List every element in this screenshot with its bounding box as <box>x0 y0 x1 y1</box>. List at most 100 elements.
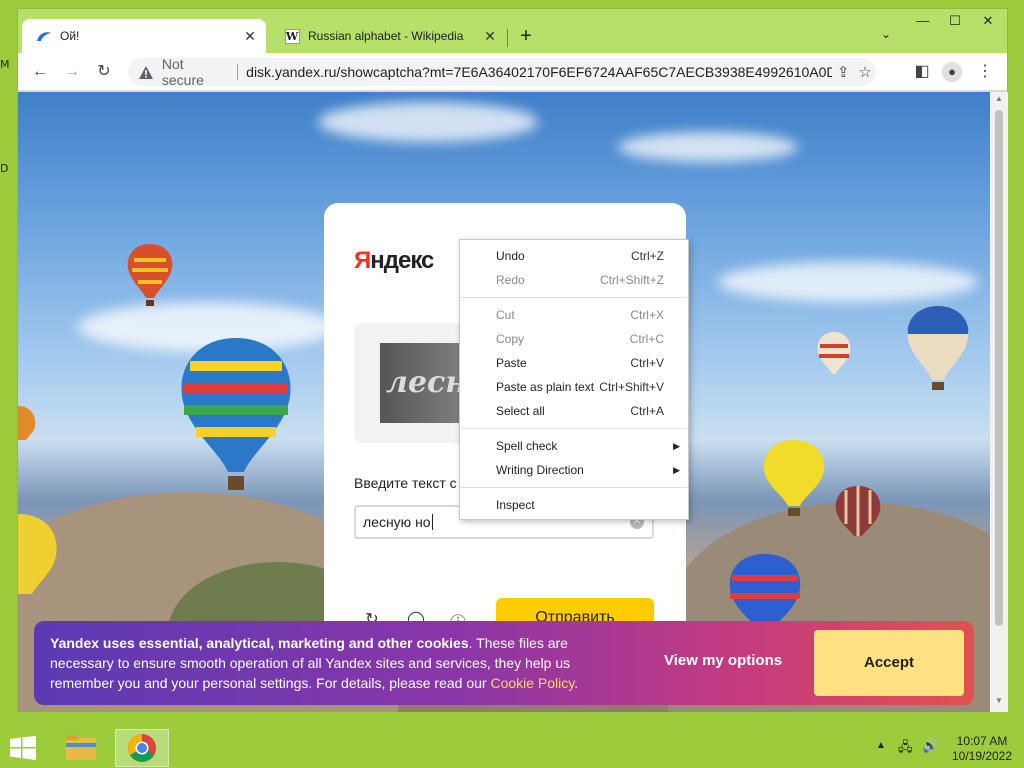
clock-date: 10/19/2022 <box>951 749 1013 763</box>
warning-triangle-icon[interactable] <box>138 64 154 80</box>
text-cursor <box>431 514 433 530</box>
menu-item-copy[interactable]: Copy Ctrl+C <box>460 327 688 351</box>
tab-yandex[interactable]: Ой! ✕ <box>22 19 266 53</box>
wikipedia-favicon-icon: W <box>284 28 300 44</box>
view-options-button[interactable]: View my options <box>664 652 782 669</box>
menu-item-label: Paste as plain text <box>496 380 595 394</box>
captcha-prompt: Введите текст с <box>354 475 457 491</box>
menu-item-undo[interactable]: Undo Ctrl+Z <box>460 244 688 268</box>
url-text[interactable]: disk.yandex.ru/showcaptcha?mt=7E6A364021… <box>246 64 832 80</box>
tab-wikipedia[interactable]: W Russian alphabet - Wikipedia ✕ <box>270 19 506 53</box>
logo-letter: Я <box>354 247 371 274</box>
vertical-scrollbar[interactable]: ▲ ▼ <box>990 92 1008 712</box>
close-tab-icon[interactable]: ✕ <box>482 28 498 44</box>
hot-air-balloon <box>18 514 57 594</box>
cookie-text-bold: Yandex uses essential, analytical, marke… <box>50 635 469 651</box>
hot-air-balloon <box>763 440 825 516</box>
scrollbar-thumb[interactable] <box>995 110 1003 626</box>
hot-air-balloon <box>127 244 173 306</box>
menu-item-shortcut: Ctrl+X <box>630 308 664 322</box>
network-icon[interactable]: 🖧 <box>898 738 913 760</box>
profile-avatar-icon[interactable]: ● <box>940 60 964 84</box>
cloud <box>618 132 798 162</box>
omnibox-divider <box>237 64 239 80</box>
new-tab-plus-icon[interactable]: + <box>515 25 537 47</box>
menu-item-select-all[interactable]: Select all Ctrl+A <box>460 399 688 423</box>
cloud <box>718 262 978 302</box>
cookie-text: Yandex uses essential, analytical, marke… <box>50 633 630 693</box>
cookie-banner: Yandex uses essential, analytical, marke… <box>34 621 974 705</box>
submenu-arrow-icon: ▶ <box>673 441 680 451</box>
menu-item-shortcut: Ctrl+Z <box>631 249 664 263</box>
address-bar[interactable]: Not secure disk.yandex.ru/showcaptcha?mt… <box>128 56 876 88</box>
reload-icon[interactable]: ↻ <box>92 60 116 84</box>
hot-air-balloon <box>817 332 851 374</box>
folder-icon <box>66 735 96 760</box>
menu-item-shortcut: Ctrl+V <box>630 356 664 370</box>
menu-item-label: Cut <box>496 308 515 322</box>
menu-item-shortcut: Ctrl+Shift+V <box>599 380 664 394</box>
menu-item-spell-check[interactable]: Spell check ▶ <box>460 434 688 458</box>
yandex-disk-favicon-icon <box>36 28 52 44</box>
volume-icon[interactable]: 🔊 <box>922 738 938 754</box>
menu-item-label: Copy <box>496 332 525 346</box>
file-explorer-taskbar-button[interactable] <box>54 729 108 767</box>
menu-item-shortcut: Ctrl+C <box>629 332 664 346</box>
minimize-icon[interactable]: — <box>908 9 938 33</box>
bookmark-star-icon[interactable]: ☆ <box>854 63 876 81</box>
windows-start-icon[interactable] <box>10 736 36 760</box>
menu-item-label: Inspect <box>496 498 535 512</box>
tab-separator <box>507 29 508 47</box>
clock-time: 10:07 AM <box>956 734 1008 748</box>
tray-chevron-icon[interactable]: ▲ <box>876 740 886 751</box>
hot-air-balloon <box>181 338 291 490</box>
desktop-glyph: M <box>0 58 10 71</box>
taskbar-clock[interactable]: 10:07 AM 10/19/2022 <box>950 734 1014 764</box>
yandex-logo: Яндекс <box>354 247 434 275</box>
cloud <box>318 102 538 142</box>
security-label[interactable]: Not secure <box>162 56 229 88</box>
menu-item-label: Redo <box>496 273 525 287</box>
cookie-text-end: . <box>574 675 579 691</box>
menu-item-label: Spell check <box>496 439 558 453</box>
menu-item-cut[interactable]: Cut Ctrl+X <box>460 303 688 327</box>
accept-cookies-button[interactable]: Accept <box>814 630 964 696</box>
menu-item-writing-direction[interactable]: Writing Direction ▶ <box>460 458 688 482</box>
cookie-policy-link[interactable]: Cookie Policy <box>490 675 574 691</box>
menu-item-label: Paste <box>496 356 527 370</box>
share-icon[interactable]: ⇪ <box>832 63 854 81</box>
menu-item-shortcut: Ctrl+Shift+Z <box>599 273 664 287</box>
answer-value[interactable]: лесную но <box>363 514 431 530</box>
menu-item-label: Select all <box>496 404 545 418</box>
hot-air-balloon <box>18 406 36 440</box>
close-tab-icon[interactable]: ✕ <box>242 28 258 44</box>
browser-toolbar: ← → ↻ Not secure disk.yandex.ru/showcapt… <box>18 53 1007 91</box>
menu-item-paste[interactable]: Paste Ctrl+V <box>460 351 688 375</box>
menu-separator <box>461 428 687 429</box>
maximize-icon[interactable]: ☐ <box>940 9 970 33</box>
tab-search-chevron-icon[interactable]: ⌄ <box>876 27 896 47</box>
desktop-glyph: D <box>0 162 9 175</box>
menu-item-shortcut: Ctrl+A <box>630 404 664 418</box>
close-window-icon[interactable]: ✕ <box>973 9 1003 33</box>
menu-kebab-icon[interactable]: ⋮ <box>973 60 997 84</box>
menu-item-redo[interactable]: Redo Ctrl+Shift+Z <box>460 268 688 292</box>
menu-item-inspect[interactable]: Inspect <box>460 493 688 517</box>
menu-item-label: Undo <box>496 249 525 263</box>
hot-air-balloon <box>907 306 969 390</box>
scroll-down-arrow-icon[interactable]: ▼ <box>990 696 1008 710</box>
submenu-arrow-icon: ▶ <box>673 465 680 475</box>
back-arrow-icon[interactable]: ← <box>28 60 52 84</box>
chrome-icon <box>128 734 156 762</box>
chrome-taskbar-button[interactable] <box>115 729 169 767</box>
menu-separator <box>461 487 687 488</box>
scroll-up-arrow-icon[interactable]: ▲ <box>990 94 1008 108</box>
tab-title: Russian alphabet - Wikipedia <box>308 29 464 43</box>
context-menu: Undo Ctrl+Z Redo Ctrl+Shift+Z Cut Ctrl+X Co… <box>459 239 689 520</box>
hot-air-balloon <box>729 554 801 630</box>
forward-arrow-icon[interactable]: → <box>60 60 84 84</box>
side-panel-icon[interactable]: ◧ <box>910 60 934 84</box>
menu-item-paste-plain[interactable]: Paste as plain text Ctrl+Shift+V <box>460 375 688 399</box>
menu-item-label: Writing Direction <box>496 463 584 477</box>
hot-air-balloon <box>835 486 881 536</box>
